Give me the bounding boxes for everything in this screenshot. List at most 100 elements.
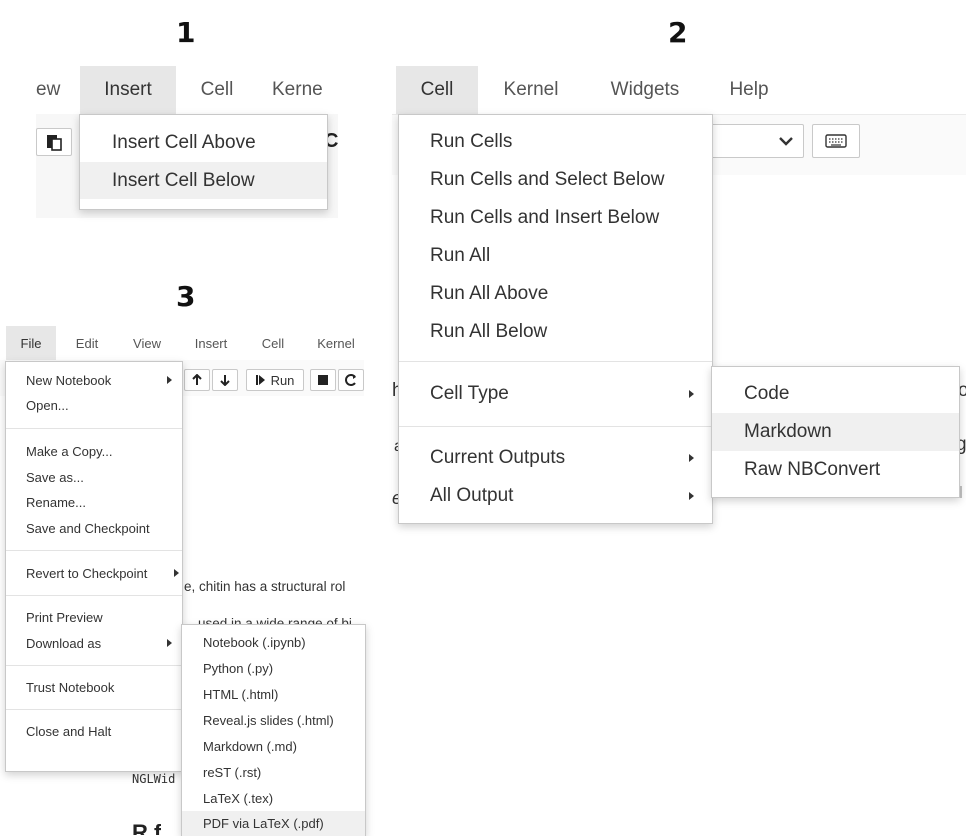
menu-view[interactable]: ew [36,66,66,114]
menubar: File Edit View Insert Cell Kernel [0,326,364,360]
run-label: Run [270,372,295,388]
download-md-label: Markdown (.md) [203,738,297,754]
run-all-label: Run All [430,245,491,266]
cell-type-code-item[interactable]: Code [712,375,959,413]
download-ipynb-item[interactable]: Notebook (.ipynb) [182,629,365,655]
run-cells-select-below-item[interactable]: Run Cells and Select Below [399,161,712,199]
download-tex-label: LaTeX (.tex) [203,790,274,806]
run-all-below-item[interactable]: Run All Below [399,313,712,351]
menu-divider [6,665,182,666]
notebook-text-fragment: NGLWid [132,772,176,786]
download-html-item[interactable]: HTML (.html) [182,681,365,707]
menu-cell[interactable]: Cell [252,326,294,360]
new-notebook-item[interactable]: New Notebook [6,368,182,392]
restart-icon [345,374,356,386]
menu-widgets[interactable]: Widgets [598,66,692,114]
insert-cell-below-item[interactable]: Insert Cell Below [80,162,327,199]
move-down-button[interactable] [212,369,238,391]
restart-button[interactable] [338,369,364,391]
menu-divider [6,550,182,551]
move-up-button[interactable] [184,369,210,391]
insert-cell-above-item[interactable]: Insert Cell Above [80,125,327,161]
save-checkpoint-item[interactable]: Save and Checkpoint [6,516,182,540]
make-copy-label: Make a Copy... [26,443,113,459]
run-cells-item[interactable]: Run Cells [399,123,712,161]
download-py-item[interactable]: Python (.py) [182,655,365,681]
cell-type-raw-item[interactable]: Raw NBConvert [712,451,959,489]
all-output-item[interactable]: All Output [399,477,712,515]
make-copy-item[interactable]: Make a Copy... [6,439,182,463]
download-tex-item[interactable]: LaTeX (.tex) [182,785,365,811]
keyboard-shortcuts-button[interactable] [812,124,860,158]
menu-file[interactable]: File [6,326,56,360]
submenu-arrow-icon [689,492,694,500]
menu-cell[interactable]: Cell [186,66,248,114]
stop-icon [318,375,328,385]
download-rst-item[interactable]: reST (.rst) [182,759,365,785]
markdown-label: Markdown [744,421,832,442]
paste-icon [47,135,62,151]
current-outputs-item[interactable]: Current Outputs [399,439,712,477]
save-as-item[interactable]: Save as... [6,465,182,489]
open-item[interactable]: Open... [6,393,182,417]
run-all-above-label: Run All Above [430,283,549,304]
download-as-label: Download as [26,635,102,651]
download-html-label: HTML (.html) [203,686,279,702]
cell-type-item[interactable]: Cell Type [399,375,712,413]
menubar: ew Insert Cell Kerne [36,66,338,114]
step-label-2: 2 [668,16,688,49]
menu-insert[interactable]: Insert [80,66,176,114]
cell-type-label: Cell Type [430,383,509,404]
menu-view[interactable]: View [124,326,170,360]
print-preview-item[interactable]: Print Preview [6,605,182,629]
submenu-arrow-icon [174,569,179,577]
trust-notebook-item[interactable]: Trust Notebook [6,675,182,699]
menubar: Cell Kernel Widgets Help [392,66,966,115]
run-all-above-item[interactable]: Run All Above [399,275,712,313]
run-cells-insert-below-item[interactable]: Run Cells and Insert Below [399,199,712,237]
save-checkpoint-label: Save and Checkpoint [26,520,150,536]
new-notebook-label: New Notebook [26,372,112,388]
open-label: Open... [26,397,69,413]
run-cells-label: Run Cells [430,131,513,152]
menu-kernel[interactable]: Kerne [272,66,338,114]
paste-button[interactable] [36,128,72,156]
stop-button[interactable] [310,369,336,391]
submenu-arrow-icon [167,376,172,384]
download-rst-label: reST (.rst) [203,764,262,780]
menu-help[interactable]: Help [718,66,780,114]
submenu-arrow-icon [167,639,172,647]
download-md-item[interactable]: Markdown (.md) [182,733,365,759]
close-halt-item[interactable]: Close and Halt [6,719,182,743]
run-button[interactable]: Run [246,369,304,391]
all-output-label: All Output [430,485,514,506]
cell-type-submenu: Code Markdown Raw NBConvert [711,366,960,498]
menu-insert[interactable]: Insert [186,326,236,360]
insert-dropdown: Insert Cell Above Insert Cell Below [79,114,328,210]
run-all-item[interactable]: Run All [399,237,712,275]
revert-checkpoint-item[interactable]: Revert to Checkpoint [6,561,182,585]
menu-cell[interactable]: Cell [396,66,478,114]
cell-type-markdown-item[interactable]: Markdown [712,413,959,451]
menu-edit[interactable]: Edit [66,326,108,360]
current-outputs-label: Current Outputs [430,447,566,468]
download-pdf-item[interactable]: PDF via LaTeX (.pdf) [182,811,365,836]
trust-notebook-label: Trust Notebook [26,679,115,695]
cell-dropdown: Run Cells Run Cells and Select Below Run… [398,114,713,524]
rename-item[interactable]: Rename... [6,490,182,514]
chevron-down-icon [779,137,793,146]
download-as-item[interactable]: Download as [6,631,182,655]
run-cells-insert-below-label: Run Cells and Insert Below [430,207,660,228]
menu-kernel[interactable]: Kernel [492,66,570,114]
menu-divider [6,709,182,710]
run-icon [255,375,265,385]
panel-3-file-menu: File Edit View Insert Cell Kernel Run e,… [0,326,366,836]
menu-divider [399,426,712,427]
menu-divider [6,428,182,429]
menu-kernel[interactable]: Kernel [310,326,362,360]
download-reveal-item[interactable]: Reveal.js slides (.html) [182,707,365,733]
print-preview-label: Print Preview [26,609,103,625]
rename-label: Rename... [26,494,86,510]
raw-nbconvert-label: Raw NBConvert [744,459,881,480]
run-all-below-label: Run All Below [430,321,548,342]
